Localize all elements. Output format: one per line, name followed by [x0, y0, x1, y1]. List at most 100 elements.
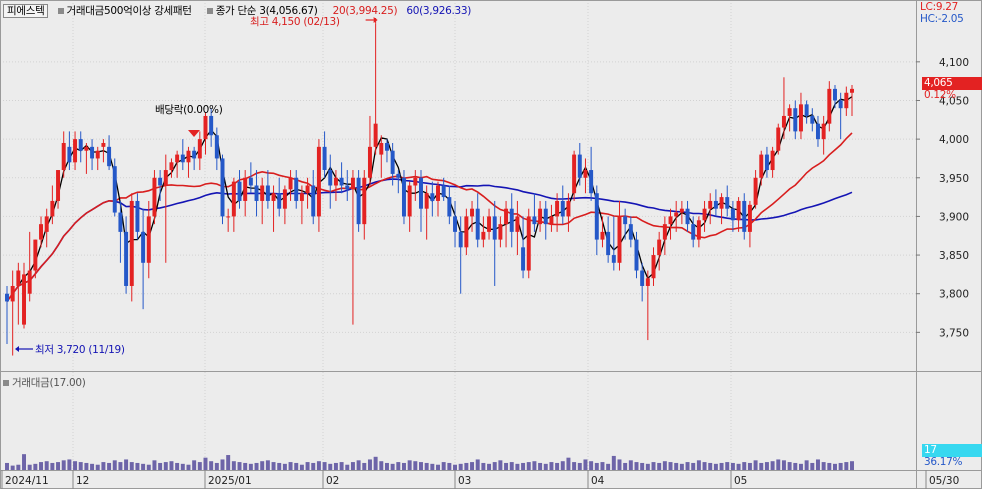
date-tick-label: 2025/01 — [208, 475, 252, 487]
candle-body — [118, 212, 123, 232]
volume-bar — [163, 462, 168, 470]
volume-bar — [265, 460, 270, 470]
candle-body — [487, 216, 492, 232]
volume-bar — [736, 463, 741, 470]
volume-bar — [583, 459, 588, 470]
volume-bar — [810, 462, 815, 470]
price-tick-label: 3,900 — [939, 211, 969, 223]
volume-bar — [237, 462, 242, 470]
volume-bar — [685, 462, 690, 470]
volume-bar — [821, 462, 826, 470]
volume-bar — [254, 462, 259, 470]
volume-bar — [95, 464, 100, 470]
volume-bar — [350, 462, 355, 470]
volume-bar — [770, 461, 775, 470]
volume-bar — [764, 462, 769, 470]
date-tick-label: 03 — [458, 475, 471, 487]
candle-body — [373, 123, 378, 147]
volume-bar — [730, 462, 735, 470]
symbol-name[interactable]: 피에스텍 — [3, 4, 49, 18]
volume-bar — [401, 462, 406, 470]
candle-body — [277, 193, 282, 209]
candle-body — [288, 177, 293, 190]
candle-body — [356, 177, 361, 225]
volume-bar — [231, 461, 236, 470]
candle-body — [787, 108, 792, 116]
price-tick-label: 3,800 — [939, 289, 969, 301]
volume-percent: 36.17% — [924, 456, 963, 468]
candle-body — [759, 154, 764, 178]
volume-bar — [90, 463, 95, 470]
candle-body — [214, 135, 219, 159]
volume-bar — [101, 462, 106, 470]
candle-body — [719, 197, 724, 209]
candle-body — [10, 285, 15, 302]
volume-bar — [305, 462, 310, 470]
candle-body — [662, 224, 667, 240]
candle-body — [470, 208, 475, 217]
candle-body — [401, 177, 406, 217]
candle-body — [549, 216, 554, 225]
volume-bar — [804, 460, 809, 470]
volume-bar — [379, 461, 384, 470]
candle-body — [322, 146, 327, 171]
volume-bar — [532, 461, 537, 470]
volume-bar — [742, 462, 747, 470]
volume-bar — [243, 462, 248, 470]
candle-body — [838, 100, 843, 109]
candle-body — [146, 216, 151, 263]
candle-body — [515, 216, 520, 232]
volume-bar — [384, 462, 389, 470]
volume-bar — [577, 462, 582, 470]
volume-bar — [634, 462, 639, 470]
candle-body — [464, 216, 469, 248]
volume-bar — [407, 460, 412, 470]
candle-body — [691, 224, 696, 240]
candle-body — [634, 239, 639, 271]
candle-body — [526, 216, 531, 271]
volume-bar — [481, 462, 486, 470]
volume-bar — [396, 462, 401, 470]
volume-bar — [447, 462, 452, 470]
volume-bar — [798, 463, 803, 470]
volume-bar — [367, 459, 372, 470]
candle-body — [254, 185, 259, 201]
candle-body — [764, 154, 769, 171]
volume-bar — [589, 461, 594, 470]
candle-body — [192, 150, 197, 159]
candle-body — [679, 208, 684, 213]
volume-bar — [572, 462, 577, 470]
candle-body — [657, 239, 662, 256]
candle-body — [555, 200, 560, 217]
ma20-legend: 20(3,994.25) — [332, 5, 398, 17]
volume-bar — [226, 455, 231, 470]
volume-bar — [515, 463, 520, 470]
volume-bar — [84, 462, 89, 470]
volume-bars — [5, 454, 854, 470]
candle-body — [419, 177, 423, 209]
candle-body — [56, 170, 61, 201]
volume-bar — [708, 462, 713, 470]
candle-body — [430, 193, 435, 201]
volume-bar — [611, 455, 616, 470]
candle-body — [163, 170, 168, 186]
volume-bar — [277, 462, 282, 470]
volume-bar — [107, 462, 112, 470]
volume-bar — [419, 462, 423, 470]
volume-bar — [753, 460, 758, 470]
candle-body — [175, 154, 180, 163]
volume-bar — [526, 462, 531, 470]
date-tick-label: 05 — [734, 475, 747, 487]
candle-body — [84, 146, 89, 151]
candle-body — [226, 216, 231, 218]
volume-bar — [209, 461, 214, 470]
stock-chart[interactable]: 4,1004,0504,0003,9503,9003,8503,8003,750… — [0, 0, 982, 489]
candle-body — [628, 224, 633, 240]
candlesticks — [5, 23, 854, 356]
date-tick-label: 05/30 — [929, 475, 959, 487]
candle-body — [260, 185, 265, 201]
candle-body — [112, 166, 117, 213]
candle-body — [237, 181, 242, 201]
volume-bar — [248, 463, 253, 470]
candle-body — [39, 224, 44, 240]
